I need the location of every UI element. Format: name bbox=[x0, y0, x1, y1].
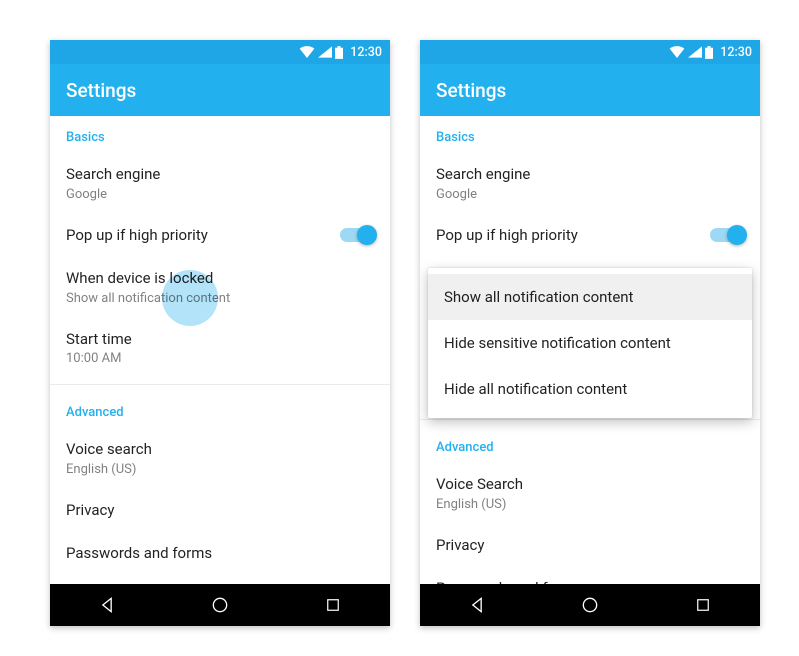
toggle-switch[interactable] bbox=[340, 228, 374, 242]
setting-subtitle: 10:00 AM bbox=[66, 351, 374, 366]
setting-title: Passwords and forms bbox=[436, 579, 744, 584]
setting-title: Voice search bbox=[66, 440, 374, 460]
nav-back-button[interactable] bbox=[83, 584, 131, 626]
wifi-icon bbox=[299, 46, 315, 58]
divider bbox=[50, 384, 390, 385]
setting-voice-search[interactable]: Voice Search English (US) bbox=[420, 463, 760, 524]
setting-title: Privacy bbox=[66, 501, 374, 521]
nav-recent-button[interactable] bbox=[679, 584, 727, 626]
setting-voice-search[interactable]: Voice search English (US) bbox=[50, 428, 390, 489]
setting-subtitle: English (US) bbox=[66, 462, 374, 477]
page-title: Settings bbox=[66, 79, 136, 102]
setting-title: When device is locked bbox=[66, 269, 374, 289]
setting-title: Search engine bbox=[66, 165, 374, 185]
nav-back-button[interactable] bbox=[453, 584, 501, 626]
setting-start-time[interactable]: Start time 10:00 AM bbox=[50, 318, 390, 379]
setting-title: Voice Search bbox=[436, 475, 744, 495]
toggle-switch[interactable] bbox=[710, 228, 744, 242]
setting-title: Pop up if high priority bbox=[66, 226, 340, 246]
phone-right: 12:30 Settings Basics Search engine Goog… bbox=[420, 40, 760, 626]
setting-title: Search engine bbox=[436, 165, 744, 185]
setting-subtitle: Google bbox=[66, 187, 374, 202]
setting-title: Start time bbox=[66, 330, 374, 350]
wifi-icon bbox=[669, 46, 685, 58]
dropdown-option-hide-all[interactable]: Hide all notification content bbox=[428, 366, 752, 412]
status-bar: 12:30 bbox=[420, 40, 760, 64]
status-bar: 12:30 bbox=[50, 40, 390, 64]
setting-subtitle: Google bbox=[436, 187, 744, 202]
setting-title: Privacy bbox=[436, 536, 744, 556]
page-title: Settings bbox=[436, 79, 506, 102]
setting-device-locked[interactable]: When device is locked Show all notificat… bbox=[50, 257, 390, 318]
setting-privacy[interactable]: Privacy bbox=[420, 524, 760, 568]
settings-content: Basics Search engine Google Pop up if hi… bbox=[50, 116, 390, 584]
nav-bar bbox=[50, 584, 390, 626]
app-bar: Settings bbox=[420, 64, 760, 116]
dropdown-option-hide-sensitive[interactable]: Hide sensitive notification content bbox=[428, 320, 752, 366]
section-header-advanced: Advanced bbox=[50, 391, 390, 428]
setting-title: Pop up if high priority bbox=[436, 226, 710, 246]
setting-passwords-forms[interactable]: Passwords and forms bbox=[50, 532, 390, 576]
nav-bar bbox=[420, 584, 760, 626]
setting-search-engine[interactable]: Search engine Google bbox=[420, 153, 760, 214]
nav-recent-button[interactable] bbox=[309, 584, 357, 626]
setting-search-engine[interactable]: Search engine Google bbox=[50, 153, 390, 214]
setting-passwords-forms[interactable]: Passwords and forms bbox=[420, 567, 760, 584]
signal-icon bbox=[688, 46, 702, 58]
setting-title: Passwords and forms bbox=[66, 544, 374, 564]
battery-icon bbox=[335, 46, 343, 59]
nav-home-button[interactable] bbox=[196, 584, 244, 626]
status-time: 12:30 bbox=[720, 45, 752, 60]
section-header-basics: Basics bbox=[50, 116, 390, 153]
section-header-advanced: Advanced bbox=[420, 426, 760, 463]
setting-popup-priority[interactable]: Pop up if high priority bbox=[50, 214, 390, 258]
battery-icon bbox=[705, 46, 713, 59]
setting-subtitle: Show all notification content bbox=[66, 291, 374, 306]
phone-left: 12:30 Settings Basics Search engine Goog… bbox=[50, 40, 390, 626]
setting-popup-priority[interactable]: Pop up if high priority bbox=[420, 214, 760, 258]
section-header-basics: Basics bbox=[420, 116, 760, 153]
divider bbox=[420, 419, 760, 420]
dropdown-option-show-all[interactable]: Show all notification content bbox=[428, 274, 752, 320]
setting-privacy[interactable]: Privacy bbox=[50, 489, 390, 533]
setting-subtitle: English (US) bbox=[436, 497, 744, 512]
notification-dropdown: Show all notification content Hide sensi… bbox=[428, 268, 752, 418]
settings-content: Basics Search engine Google Pop up if hi… bbox=[420, 116, 760, 584]
signal-icon bbox=[318, 46, 332, 58]
nav-home-button[interactable] bbox=[566, 584, 614, 626]
app-bar: Settings bbox=[50, 64, 390, 116]
status-time: 12:30 bbox=[350, 45, 382, 60]
